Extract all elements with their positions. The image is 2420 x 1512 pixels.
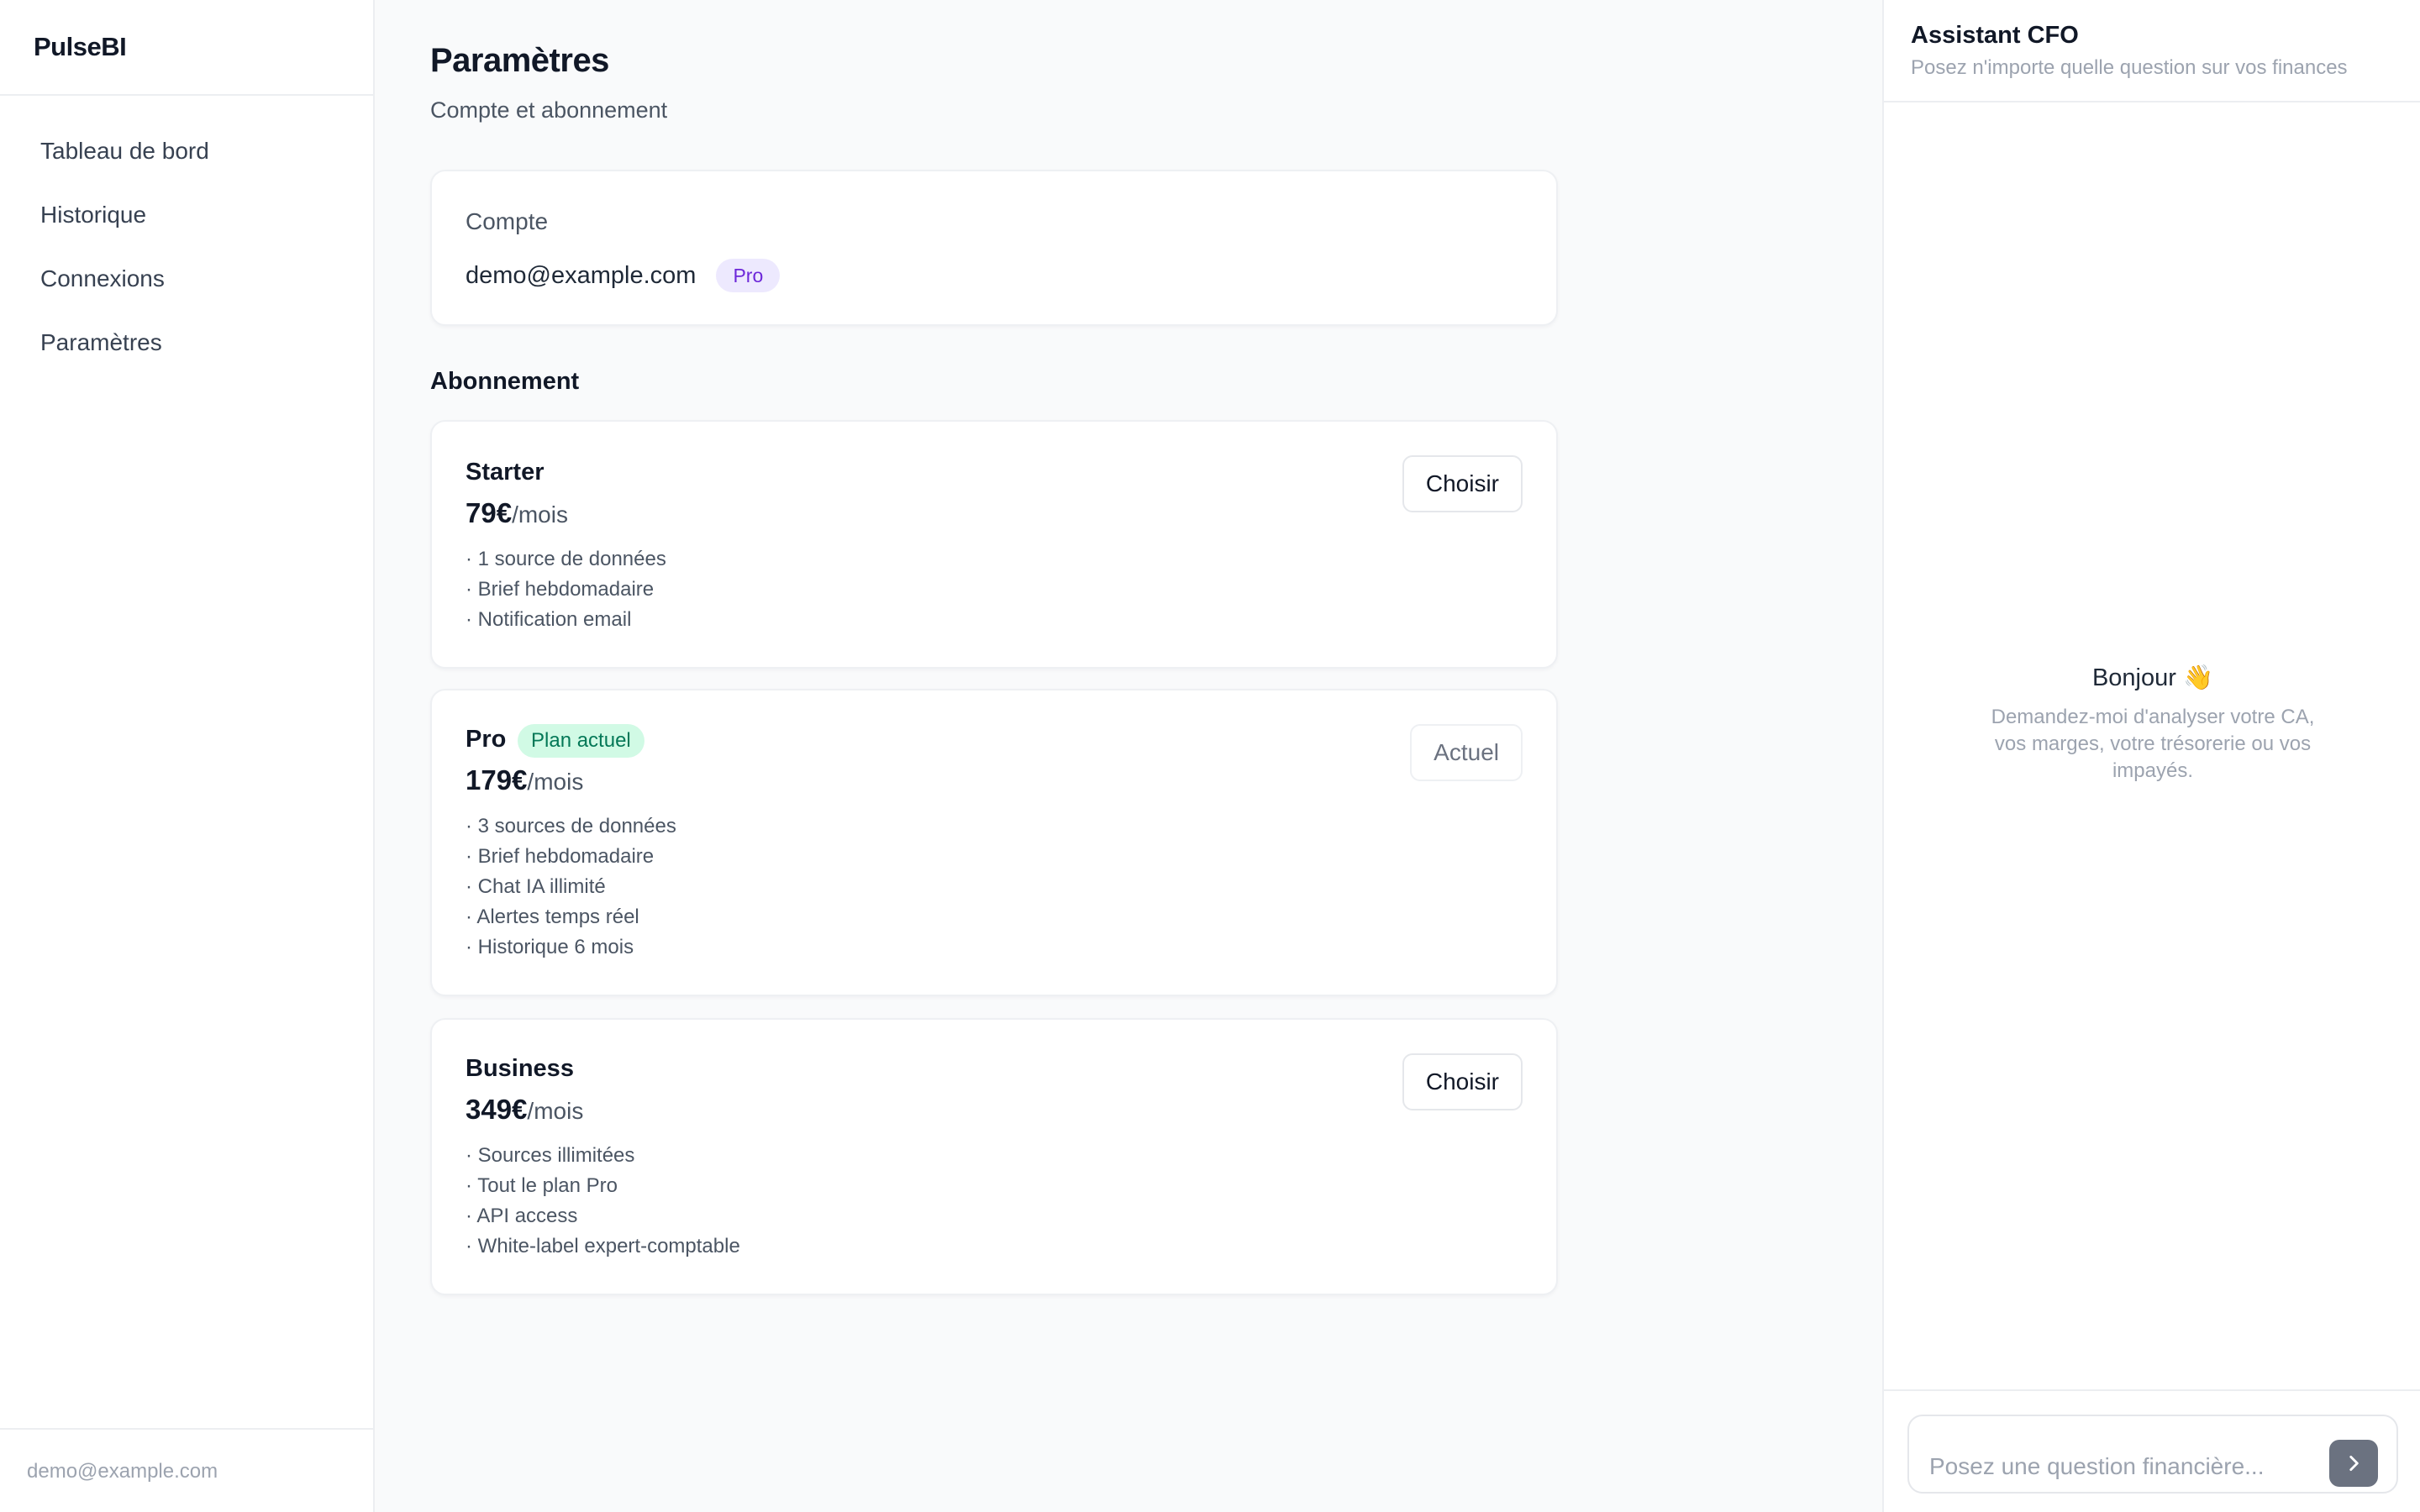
feature-item: · Historique 6 mois <box>466 936 634 958</box>
current-plan-button[interactable]: Actuel <box>1410 724 1523 781</box>
assistant-hint: Demandez-moi d'analyser votre CA, vos ma… <box>1991 706 2315 782</box>
account-card: Compte demo@example.com Pro <box>430 170 1558 326</box>
price-unit: /mois <box>527 1098 584 1124</box>
feature-item: · Sources illimitées <box>466 1144 635 1167</box>
assistant-greeting: Bonjour 👋 <box>2091 664 2214 691</box>
account-label: Compte <box>466 208 549 234</box>
price-amount: 79€ <box>466 497 513 528</box>
plan-card-pro: Pro Plan actuel 179€ /mois · 3 sources d… <box>430 689 1558 996</box>
feature-item: · Notification email <box>466 608 632 631</box>
composer-area <box>1884 1389 2420 1512</box>
price-amount: 349€ <box>466 1094 528 1125</box>
sidebar-user-email: demo@example.com <box>0 1428 373 1512</box>
assistant-panel: Assistant CFO Posez n'importe quelle que… <box>1882 0 2420 1512</box>
plan-price: 179€ /mois <box>466 764 583 796</box>
plan-features: · 1 source de données · Brief hebdomadai… <box>466 544 666 635</box>
question-input[interactable] <box>1929 1450 2316 1483</box>
price-amount: 179€ <box>466 764 528 795</box>
plan-card-business: Business 349€ /mois · Sources illimitées… <box>430 1018 1558 1295</box>
current-plan-badge: Plan actuel <box>518 724 644 758</box>
sidebar: PulseBI Tableau de bord Historique Conne… <box>0 0 375 1512</box>
subscription-section-title: Abonnement <box>430 368 580 395</box>
assistant-empty-state: Bonjour 👋 Demandez-moi d'analyser votre … <box>1884 664 2420 785</box>
feature-item: · Brief hebdomadaire <box>466 845 655 868</box>
sidebar-item-settings[interactable]: Paramètres <box>18 319 355 366</box>
plan-price: 349€ /mois <box>466 1094 583 1126</box>
feature-item: · Brief hebdomadaire <box>466 578 655 601</box>
chevron-right-icon <box>2349 1456 2359 1471</box>
feature-item: · Alertes temps réel <box>466 906 639 928</box>
assistant-subtitle: Posez n'importe quelle question sur vos … <box>1911 56 2348 79</box>
feature-item: · 1 source de données <box>466 548 666 570</box>
assistant-title: Assistant CFO <box>1911 22 2079 49</box>
main-content: Paramètres Compte et abonnement Compte d… <box>376 0 1882 1512</box>
plan-name: Business <box>466 1055 574 1082</box>
account-row: demo@example.com Pro <box>466 259 781 292</box>
assistant-header: Assistant CFO Posez n'importe quelle que… <box>1884 0 2420 102</box>
feature-item: · API access <box>466 1205 578 1227</box>
sidebar-item-history[interactable]: Historique <box>18 192 355 239</box>
feature-item: · 3 sources de données <box>466 815 676 837</box>
account-email: demo@example.com <box>466 261 697 289</box>
composer <box>1907 1415 2398 1494</box>
plan-name: Starter <box>466 459 544 486</box>
feature-item: · White-label expert-comptable <box>466 1235 740 1257</box>
sidebar-item-connections[interactable]: Connexions <box>18 255 355 302</box>
brand-logo[interactable]: PulseBI <box>0 0 373 96</box>
plan-features: · 3 sources de données · Brief hebdomada… <box>466 811 676 963</box>
choose-business-button[interactable]: Choisir <box>1402 1053 1523 1110</box>
choose-starter-button[interactable]: Choisir <box>1402 455 1523 512</box>
send-button[interactable] <box>2329 1440 2378 1487</box>
sidebar-item-dashboard[interactable]: Tableau de bord <box>18 128 355 175</box>
page-subtitle: Compte et abonnement <box>430 97 668 123</box>
plan-name: Pro <box>466 726 507 753</box>
plan-badge: Pro <box>716 259 781 292</box>
price-unit: /mois <box>527 769 584 795</box>
page-title: Paramètres <box>430 42 609 79</box>
price-unit: /mois <box>512 501 568 528</box>
feature-item: · Tout le plan Pro <box>466 1174 618 1197</box>
plan-price: 79€ /mois <box>466 497 568 529</box>
feature-item: · Chat IA illimité <box>466 875 606 898</box>
plan-card-starter: Starter 79€ /mois · 1 source de données … <box>430 420 1558 669</box>
sidebar-nav: Tableau de bord Historique Connexions Pa… <box>0 96 373 366</box>
plan-features: · Sources illimitées · Tout le plan Pro … <box>466 1141 740 1262</box>
